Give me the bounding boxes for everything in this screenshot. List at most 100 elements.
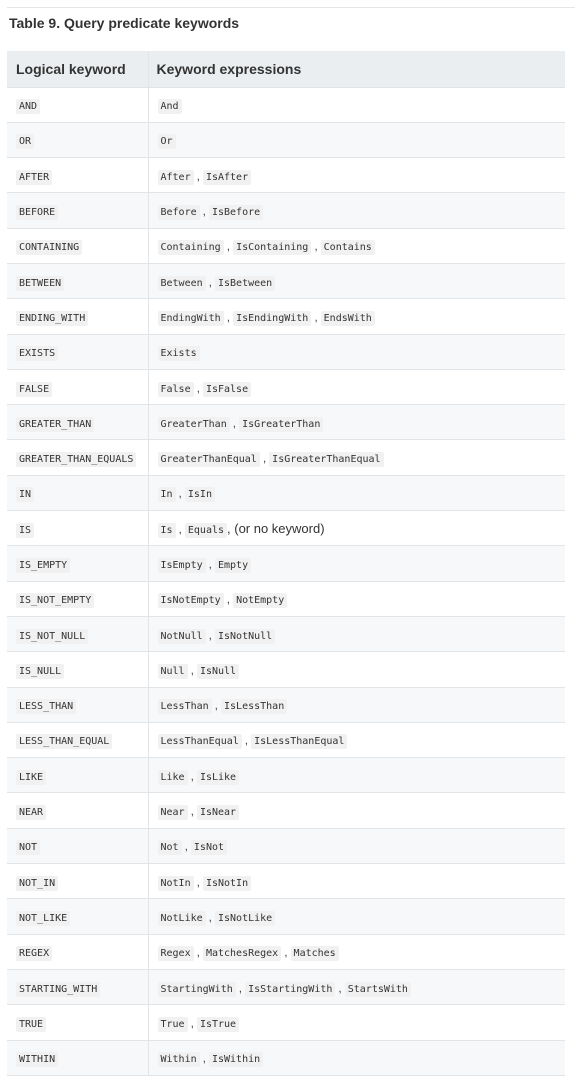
- expression-note: , (or no keyword): [227, 520, 325, 536]
- keyword-expressions-cell: After, IsAfter: [147, 157, 565, 194]
- logical-keyword-code: NOT: [16, 840, 41, 856]
- expression-separator: ,: [196, 945, 200, 960]
- logical-keyword-cell: OR: [7, 122, 148, 159]
- keyword-expression-code: Before: [157, 205, 200, 221]
- keyword-expression-code: Containing: [157, 240, 224, 256]
- logical-keyword-code: ENDING_WITH: [16, 310, 89, 326]
- keyword-expressions-cell: In, IsIn: [147, 475, 565, 512]
- logical-keyword-code: NEAR: [16, 805, 47, 821]
- keyword-expression-code: IsTrue: [196, 1016, 240, 1032]
- logical-keyword-code: LESS_THAN: [16, 699, 77, 715]
- keyword-expression-code: NotEmpty: [233, 593, 288, 609]
- keyword-expressions-cell: True, IsTrue: [147, 1004, 565, 1041]
- keyword-expression-code: IsNotEmpty: [157, 593, 224, 609]
- keyword-expression-code: GreaterThan: [157, 416, 230, 432]
- keyword-expressions-cell: IsNotEmpty, NotEmpty: [147, 581, 565, 617]
- keyword-expression-code: IsNotNull: [215, 628, 276, 644]
- expression-separator: ,: [208, 557, 212, 571]
- logical-keyword-code: IS_EMPTY: [16, 558, 71, 573]
- keyword-expression-code: IsEndingWith: [233, 310, 312, 326]
- logical-keyword-code: REGEX: [16, 946, 53, 962]
- keyword-expressions-cell: NotLike, IsNotLike: [147, 898, 565, 935]
- expression-separator: ,: [262, 451, 267, 466]
- logical-keyword-cell: REGEX: [7, 934, 148, 970]
- keyword-expressions-cell: Near, IsNear: [147, 792, 565, 829]
- logical-keyword-cell: WITHIN: [7, 1040, 148, 1076]
- expression-separator: ,: [190, 1015, 194, 1030]
- logical-keyword-cell: IS_NOT_EMPTY: [7, 581, 148, 617]
- logical-keyword-cell: NOT: [7, 828, 148, 865]
- keyword-expression-code: IsNull: [196, 663, 240, 679]
- keyword-expressions-cell: Null, IsNull: [147, 651, 565, 688]
- table-row: IS_NULL Null, IsNull: [7, 651, 565, 688]
- keyword-expression-code: IsLessThanEqual: [251, 734, 348, 750]
- keyword-expression-code: And: [157, 99, 182, 115]
- keyword-expression-code: IsAfter: [202, 169, 252, 185]
- expression-separator: ,: [202, 204, 206, 219]
- keyword-expression-code: Like: [157, 769, 188, 785]
- top-divider: [7, 7, 575, 8]
- logical-keyword-code: AND: [16, 99, 41, 115]
- keyword-expression-code: Null: [157, 663, 188, 679]
- expression-separator: ,: [232, 415, 237, 430]
- logical-keyword-cell: NOT_LIKE: [7, 898, 148, 935]
- logical-keyword-code: IS_NULL: [16, 663, 65, 679]
- keyword-expressions-cell: Between, IsBetween: [147, 263, 565, 300]
- table-row: GREATER_THAN GreaterThan, IsGreaterThan: [7, 404, 565, 441]
- expression-separator: ,: [284, 945, 288, 960]
- logical-keyword-code: IS_NOT_NULL: [16, 628, 89, 644]
- expression-separator: ,: [208, 627, 212, 642]
- table-header-row: Logical keyword Keyword expressions: [7, 51, 565, 88]
- keyword-expression-code: IsGreaterThan: [239, 416, 324, 432]
- keyword-expression-code: IsNear: [196, 805, 240, 821]
- table-row: STARTING_WITH StartingWith, IsStartingWith…: [7, 969, 565, 1006]
- expression-separator: ,: [196, 874, 200, 889]
- expression-separator: ,: [338, 980, 342, 995]
- keyword-expression-code: StartsWith: [344, 981, 411, 997]
- logical-keyword-cell: NEAR: [7, 792, 148, 829]
- logical-keyword-code: NOT_LIKE: [16, 910, 71, 926]
- expression-separator: ,: [202, 1051, 206, 1066]
- table-row: BEFORE Before, IsBefore: [7, 192, 565, 229]
- keyword-expression-code: IsLike: [196, 769, 240, 785]
- keyword-expression-code: IsStartingWith: [245, 981, 336, 997]
- logical-keyword-code: AFTER: [16, 169, 53, 185]
- keyword-expression-code: IsNotIn: [202, 875, 252, 891]
- expression-separator: ,: [196, 168, 200, 183]
- logical-keyword-code: BEFORE: [16, 205, 59, 221]
- expression-separator: ,: [214, 698, 219, 713]
- keyword-expressions-cell: Is, Equals, (or no keyword): [147, 510, 565, 547]
- table-row: GREATER_THAN_EQUALS GreaterThanEqual, IsGr…: [7, 439, 565, 476]
- table-row: IS_NOT_EMPTY IsNotEmpty, NotEmpty: [7, 581, 565, 617]
- keyword-expressions-cell: Containing, IsContaining, Contains: [147, 228, 565, 264]
- table-row: IN In, IsIn: [7, 475, 565, 512]
- expression-separator: ,: [208, 909, 212, 924]
- keyword-expression-code: IsNotLike: [215, 910, 276, 926]
- expression-separator: ,: [178, 521, 182, 536]
- keyword-expression-code: NotLike: [157, 910, 206, 926]
- logical-keyword-cell: LIKE: [7, 757, 148, 794]
- table-row: BETWEEN Between, IsBetween: [7, 263, 565, 300]
- table-row: IS Is, Equals, (or no keyword): [7, 510, 565, 547]
- logical-keyword-code: WITHIN: [16, 1052, 59, 1068]
- keyword-expression-code: Not: [157, 840, 182, 856]
- logical-keyword-cell: LESS_THAN_EQUAL: [7, 722, 148, 759]
- keyword-expression-code: Between: [157, 275, 206, 291]
- table-row: TRUE True, IsTrue: [7, 1004, 565, 1041]
- logical-keyword-cell: ENDING_WITH: [7, 298, 148, 335]
- keyword-expressions-cell: EndingWith, IsEndingWith, EndsWith: [147, 298, 565, 335]
- logical-keyword-code: GREATER_THAN: [16, 416, 95, 432]
- logical-keyword-code: IS_NOT_EMPTY: [16, 593, 95, 609]
- table-row: REGEX Regex, MatchesRegex, Matches: [7, 934, 565, 970]
- logical-keyword-code: CONTAINING: [16, 240, 83, 256]
- keyword-expression-code: Empty: [215, 558, 252, 573]
- logical-keyword-code: EXISTS: [16, 346, 59, 362]
- table-row: IS_NOT_NULL NotNull, IsNotNull: [7, 616, 565, 653]
- keyword-expression-code: IsBefore: [208, 205, 264, 221]
- logical-keyword-cell: GREATER_THAN: [7, 404, 148, 441]
- logical-keyword-code: OR: [16, 134, 35, 150]
- table-row: FALSE False, IsFalse: [7, 369, 565, 406]
- logical-keyword-cell: LESS_THAN: [7, 687, 148, 723]
- expression-separator: ,: [226, 309, 231, 324]
- table-row: NOT Not, IsNot: [7, 828, 565, 865]
